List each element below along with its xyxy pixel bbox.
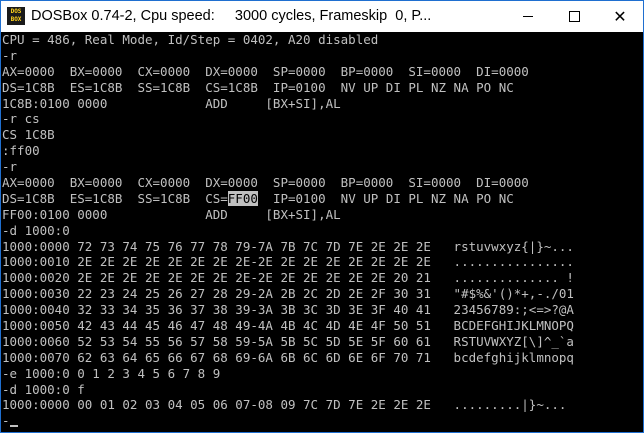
maximize-button[interactable] <box>551 1 597 32</box>
text-cursor <box>9 425 18 428</box>
terminal-line: -d 1000:0 f <box>2 381 85 397</box>
terminal-line: AX=0000 BX=0000 CX=0000 DX=0000 SP=0000 … <box>2 175 529 191</box>
close-button[interactable]: ✕ <box>597 1 643 32</box>
terminal-line: -d 1000:0 <box>2 222 70 238</box>
terminal-line: -e 1000:0 0 1 2 3 4 5 6 7 8 9 <box>2 365 221 381</box>
minimize-button[interactable] <box>505 1 551 32</box>
icon-label-bottom: BOX <box>10 16 22 23</box>
terminal-line: -r <box>2 159 18 175</box>
command-prompt: - <box>2 413 10 429</box>
dosbox-window: DOS BOX DOSBox 0.74-2, Cpu speed: 3000 c… <box>0 0 644 433</box>
memory-dump-row: 1000:0040 32 33 34 35 36 37 38 39-3A 3B … <box>2 302 574 318</box>
memory-dump-row: 1000:0050 42 43 44 45 46 47 48 49-4A 4B … <box>2 318 574 334</box>
terminal-line: FF00:0100 0000 ADD [BX+SI],AL <box>2 206 341 222</box>
memory-dump-row: 1000:0060 52 53 54 55 56 57 58 59-5A 5B … <box>2 333 574 349</box>
memory-dump-row: 1000:0000 72 73 74 75 76 77 78 79-7A 7B … <box>2 238 574 254</box>
terminal-line: DS=1C8B ES=1C8B SS=1C8B CS=1C8B IP=0100 … <box>2 79 514 95</box>
title-bar[interactable]: DOS BOX DOSBox 0.74-2, Cpu speed: 3000 c… <box>1 1 643 32</box>
cs-highlight: FF00 <box>227 190 258 206</box>
terminal-line: 1C8B:0100 0000 ADD [BX+SI],AL <box>2 95 341 111</box>
terminal-line: CPU = 486, Real Mode, Id/Step = 0402, A2… <box>2 32 379 47</box>
minimize-icon <box>523 16 533 17</box>
window-title: DOSBox 0.74-2, Cpu speed: 3000 cycles, F… <box>31 8 432 24</box>
memory-dump-row: 1000:0010 2E 2E 2E 2E 2E 2E 2E 2E-2E 2E … <box>2 254 574 270</box>
dosbox-app-icon[interactable]: DOS BOX <box>7 7 25 25</box>
icon-label-top: DOS <box>10 8 22 15</box>
cs-line-prefix: DS=1C8B ES=1C8B SS=1C8B CS= <box>2 190 228 206</box>
memory-dump-row: 1000:0030 22 23 24 25 26 27 28 29-2A 2B … <box>2 286 574 302</box>
memory-dump-row: 1000:0070 62 63 64 65 66 67 68 69-6A 6B … <box>2 349 574 365</box>
terminal-line: AX=0000 BX=0000 CX=0000 DX=0000 SP=0000 … <box>2 63 529 79</box>
memory-dump-row: 1000:0000 00 01 02 03 04 05 06 07-08 09 … <box>2 397 567 413</box>
dos-terminal-screen[interactable]: CPU = 486, Real Mode, Id/Step = 0402, A2… <box>2 32 642 432</box>
terminal-line: -r cs <box>2 111 40 127</box>
terminal-line: CS 1C8B <box>2 127 55 143</box>
terminal-line-cs: DS=1C8B ES=1C8B SS=1C8B CS=FF00 IP=0100 … <box>2 190 642 207</box>
prompt-line[interactable]: - <box>2 413 642 429</box>
memory-dump-row: 1000:0020 2E 2E 2E 2E 2E 2E 2E 2E-2E 2E … <box>2 270 574 286</box>
terminal-line: :ff00 <box>2 143 40 159</box>
maximize-icon <box>568 11 580 22</box>
close-icon: ✕ <box>613 7 627 26</box>
cs-line-suffix: IP=0100 NV UP DI PL NZ NA PO NC <box>257 190 514 206</box>
terminal-line: -r <box>2 47 18 63</box>
